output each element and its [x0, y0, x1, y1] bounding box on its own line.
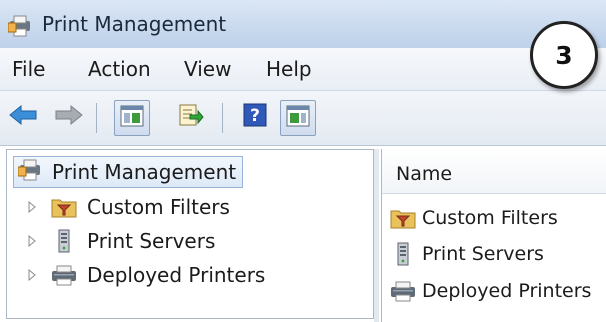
forward-arrow-icon — [54, 104, 84, 130]
expand-arrow-icon[interactable] — [25, 234, 39, 248]
toolbar-separator — [222, 103, 223, 133]
action-pane-icon — [286, 105, 310, 131]
tree-item-custom-filters[interactable]: Custom Filters — [25, 192, 230, 222]
expand-arrow-icon[interactable] — [25, 268, 39, 282]
window-title: Print Management — [42, 12, 227, 36]
filter-folder-icon — [51, 195, 77, 219]
tree-item-label: Print Servers — [87, 229, 216, 253]
list-item-custom-filters[interactable]: Custom Filters — [390, 203, 558, 233]
server-icon — [390, 242, 416, 266]
printer-icon — [51, 263, 77, 287]
tree-item-label: Custom Filters — [87, 195, 230, 219]
tree-root-label: Print Management — [52, 160, 237, 184]
export-list-button[interactable] — [174, 100, 208, 134]
list-item-print-servers[interactable]: Print Servers — [390, 239, 544, 269]
column-header-label: Name — [396, 163, 453, 185]
help-button[interactable]: ? — [238, 100, 272, 134]
step-number-badge: 3 — [530, 21, 598, 89]
pane-splitter[interactable] — [374, 149, 379, 322]
tree-root-print-management[interactable]: Print Management — [13, 156, 244, 188]
list-item-label: Custom Filters — [422, 207, 558, 229]
console-tree-pane: Print Management Custom Filters Print Se… — [6, 149, 374, 319]
column-header-name[interactable]: Name — [382, 149, 606, 194]
export-list-icon — [178, 103, 204, 131]
filter-folder-icon — [390, 206, 416, 230]
menu-view[interactable]: View — [184, 57, 231, 81]
list-item-label: Deployed Printers — [422, 280, 592, 302]
tree-item-deployed-printers[interactable]: Deployed Printers — [25, 260, 265, 290]
printer-icon — [7, 15, 34, 37]
svg-text:?: ? — [250, 106, 260, 126]
tree-item-print-servers[interactable]: Print Servers — [25, 226, 215, 256]
show-hide-console-tree-button[interactable] — [114, 100, 150, 136]
tree-item-label: Deployed Printers — [87, 263, 266, 287]
forward-button[interactable] — [52, 100, 86, 134]
printer-icon — [390, 279, 416, 303]
list-item-label: Print Servers — [422, 243, 544, 265]
menu-help[interactable]: Help — [266, 57, 312, 81]
menu-bar: File Action View Help — [0, 48, 606, 91]
menu-action[interactable]: Action — [88, 57, 151, 81]
toolbar: ? — [0, 91, 606, 146]
print-management-window: Print Management 3 File Action View Help — [0, 0, 606, 322]
title-bar: Print Management — [0, 0, 606, 48]
console-tree-icon — [120, 105, 144, 131]
help-icon: ? — [243, 103, 267, 131]
menu-file[interactable]: File — [12, 57, 45, 81]
print-management-icon — [17, 159, 44, 185]
back-button[interactable] — [6, 100, 40, 134]
toolbar-separator — [96, 103, 97, 133]
back-arrow-icon — [8, 104, 38, 130]
expand-arrow-icon[interactable] — [25, 200, 39, 214]
list-item-deployed-printers[interactable]: Deployed Printers — [390, 276, 591, 306]
results-pane: Name Custom Filters Print Servers Deploy… — [381, 149, 606, 322]
server-icon — [51, 229, 77, 253]
show-hide-action-pane-button[interactable] — [280, 100, 316, 136]
